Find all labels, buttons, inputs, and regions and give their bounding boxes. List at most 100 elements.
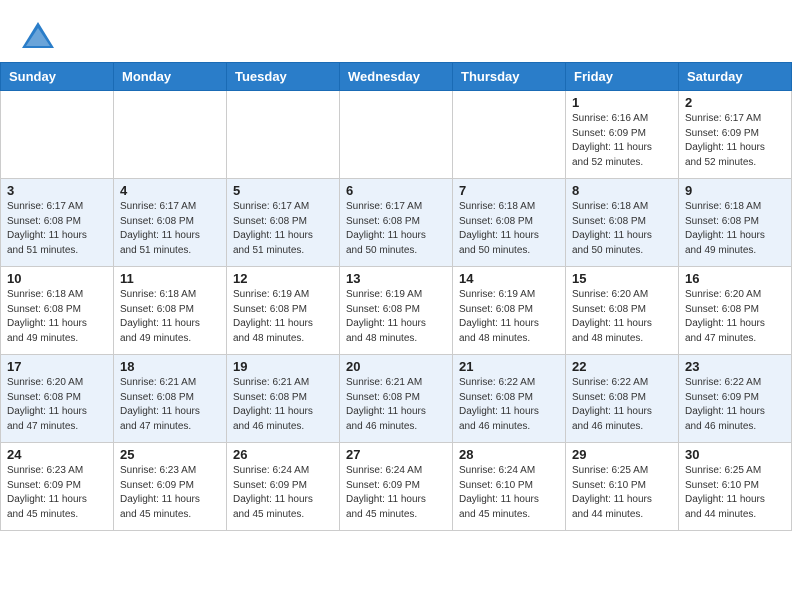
day-number: 7 <box>459 183 559 198</box>
day-info: Sunrise: 6:20 AM Sunset: 6:08 PM Dayligh… <box>572 288 672 346</box>
calendar-cell: 26 Sunrise: 6:24 AM Sunset: 6:09 PM Dayli… <box>227 443 340 531</box>
calendar-cell: 10 Sunrise: 6:18 AM Sunset: 6:08 PM Dayli… <box>1 267 114 355</box>
calendar-cell: 15 Sunrise: 6:20 AM Sunset: 6:08 PM Dayli… <box>566 267 679 355</box>
day-number: 26 <box>233 447 333 462</box>
calendar-cell: 25 Sunrise: 6:23 AM Sunset: 6:09 PM Dayli… <box>114 443 227 531</box>
calendar-cell: 23 Sunrise: 6:22 AM Sunset: 6:09 PM Dayli… <box>679 355 792 443</box>
day-info: Sunrise: 6:22 AM Sunset: 6:09 PM Dayligh… <box>685 376 785 434</box>
weekday-header-monday: Monday <box>114 63 227 91</box>
day-info: Sunrise: 6:24 AM Sunset: 6:09 PM Dayligh… <box>346 464 446 522</box>
day-info: Sunrise: 6:25 AM Sunset: 6:10 PM Dayligh… <box>572 464 672 522</box>
day-number: 8 <box>572 183 672 198</box>
day-number: 24 <box>7 447 107 462</box>
calendar-week-0: 1 Sunrise: 6:16 AM Sunset: 6:09 PM Daylig… <box>1 91 792 179</box>
calendar-cell: 24 Sunrise: 6:23 AM Sunset: 6:09 PM Dayli… <box>1 443 114 531</box>
day-number: 4 <box>120 183 220 198</box>
calendar-cell: 2 Sunrise: 6:17 AM Sunset: 6:09 PM Daylig… <box>679 91 792 179</box>
day-info: Sunrise: 6:23 AM Sunset: 6:09 PM Dayligh… <box>120 464 220 522</box>
weekday-header-tuesday: Tuesday <box>227 63 340 91</box>
calendar-cell: 30 Sunrise: 6:25 AM Sunset: 6:10 PM Dayli… <box>679 443 792 531</box>
day-info: Sunrise: 6:17 AM Sunset: 6:08 PM Dayligh… <box>346 200 446 258</box>
weekday-header-saturday: Saturday <box>679 63 792 91</box>
day-info: Sunrise: 6:24 AM Sunset: 6:09 PM Dayligh… <box>233 464 333 522</box>
day-info: Sunrise: 6:18 AM Sunset: 6:08 PM Dayligh… <box>459 200 559 258</box>
day-number: 18 <box>120 359 220 374</box>
day-number: 3 <box>7 183 107 198</box>
calendar-cell: 18 Sunrise: 6:21 AM Sunset: 6:08 PM Dayli… <box>114 355 227 443</box>
calendar-cell: 28Sunrise: 6:24 AM Sunset: 6:10 PM Dayli… <box>453 443 566 531</box>
calendar-cell: 3 Sunrise: 6:17 AM Sunset: 6:08 PM Daylig… <box>1 179 114 267</box>
day-info: Sunrise: 6:19 AM Sunset: 6:08 PM Dayligh… <box>233 288 333 346</box>
day-info: Sunrise: 6:16 AM Sunset: 6:09 PM Dayligh… <box>572 112 672 170</box>
calendar-week-4: 24 Sunrise: 6:23 AM Sunset: 6:09 PM Dayli… <box>1 443 792 531</box>
calendar-cell: 11 Sunrise: 6:18 AM Sunset: 6:08 PM Dayli… <box>114 267 227 355</box>
day-info: Sunrise: 6:25 AM Sunset: 6:10 PM Dayligh… <box>685 464 785 522</box>
day-info: Sunrise: 6:18 AM Sunset: 6:08 PM Dayligh… <box>7 288 107 346</box>
calendar-cell: 19 Sunrise: 6:21 AM Sunset: 6:08 PM Dayli… <box>227 355 340 443</box>
day-number: 28 <box>459 447 559 462</box>
calendar-cell: 27 Sunrise: 6:24 AM Sunset: 6:09 PM Dayli… <box>340 443 453 531</box>
day-info: Sunrise: 6:19 AM Sunset: 6:08 PM Dayligh… <box>459 288 559 346</box>
calendar-cell <box>340 91 453 179</box>
day-number: 20 <box>346 359 446 374</box>
day-info: Sunrise: 6:18 AM Sunset: 6:08 PM Dayligh… <box>120 288 220 346</box>
day-number: 1 <box>572 95 672 110</box>
calendar-cell: 5 Sunrise: 6:17 AM Sunset: 6:08 PM Daylig… <box>227 179 340 267</box>
calendar-cell: 4Sunrise: 6:17 AM Sunset: 6:08 PM Daylig… <box>114 179 227 267</box>
calendar-table: SundayMondayTuesdayWednesdayThursdayFrid… <box>0 62 792 531</box>
page-header <box>0 0 792 62</box>
weekday-header-row: SundayMondayTuesdayWednesdayThursdayFrid… <box>1 63 792 91</box>
calendar-cell: 22Sunrise: 6:22 AM Sunset: 6:08 PM Dayli… <box>566 355 679 443</box>
day-number: 23 <box>685 359 785 374</box>
weekday-header-wednesday: Wednesday <box>340 63 453 91</box>
day-number: 15 <box>572 271 672 286</box>
day-info: Sunrise: 6:22 AM Sunset: 6:08 PM Dayligh… <box>459 376 559 434</box>
day-info: Sunrise: 6:21 AM Sunset: 6:08 PM Dayligh… <box>346 376 446 434</box>
day-number: 6 <box>346 183 446 198</box>
calendar-cell <box>227 91 340 179</box>
day-number: 17 <box>7 359 107 374</box>
day-info: Sunrise: 6:23 AM Sunset: 6:09 PM Dayligh… <box>7 464 107 522</box>
calendar-cell <box>1 91 114 179</box>
calendar-cell: 20 Sunrise: 6:21 AM Sunset: 6:08 PM Dayli… <box>340 355 453 443</box>
day-number: 13 <box>346 271 446 286</box>
calendar-cell: 6 Sunrise: 6:17 AM Sunset: 6:08 PM Daylig… <box>340 179 453 267</box>
day-number: 2 <box>685 95 785 110</box>
calendar-cell: 21 Sunrise: 6:22 AM Sunset: 6:08 PM Dayli… <box>453 355 566 443</box>
logo <box>20 18 60 54</box>
day-info: Sunrise: 6:21 AM Sunset: 6:08 PM Dayligh… <box>120 376 220 434</box>
day-number: 19 <box>233 359 333 374</box>
day-info: Sunrise: 6:17 AM Sunset: 6:08 PM Dayligh… <box>7 200 107 258</box>
calendar-week-3: 17 Sunrise: 6:20 AM Sunset: 6:08 PM Dayli… <box>1 355 792 443</box>
day-number: 27 <box>346 447 446 462</box>
calendar-cell: 7 Sunrise: 6:18 AM Sunset: 6:08 PM Daylig… <box>453 179 566 267</box>
calendar-cell: 17 Sunrise: 6:20 AM Sunset: 6:08 PM Dayli… <box>1 355 114 443</box>
logo-icon <box>20 18 56 54</box>
day-number: 5 <box>233 183 333 198</box>
weekday-header-thursday: Thursday <box>453 63 566 91</box>
calendar-cell: 13 Sunrise: 6:19 AM Sunset: 6:08 PM Dayli… <box>340 267 453 355</box>
weekday-header-friday: Friday <box>566 63 679 91</box>
calendar-cell: 16 Sunrise: 6:20 AM Sunset: 6:08 PM Dayli… <box>679 267 792 355</box>
day-info: Sunrise: 6:20 AM Sunset: 6:08 PM Dayligh… <box>685 288 785 346</box>
day-info: Sunrise: 6:18 AM Sunset: 6:08 PM Dayligh… <box>685 200 785 258</box>
calendar-cell: 29 Sunrise: 6:25 AM Sunset: 6:10 PM Dayli… <box>566 443 679 531</box>
day-info: Sunrise: 6:17 AM Sunset: 6:08 PM Dayligh… <box>233 200 333 258</box>
day-number: 30 <box>685 447 785 462</box>
calendar-cell: 1 Sunrise: 6:16 AM Sunset: 6:09 PM Daylig… <box>566 91 679 179</box>
day-number: 25 <box>120 447 220 462</box>
day-number: 29 <box>572 447 672 462</box>
day-number: 12 <box>233 271 333 286</box>
day-number: 21 <box>459 359 559 374</box>
day-number: 14 <box>459 271 559 286</box>
day-info: Sunrise: 6:19 AM Sunset: 6:08 PM Dayligh… <box>346 288 446 346</box>
day-number: 11 <box>120 271 220 286</box>
day-info: Sunrise: 6:17 AM Sunset: 6:09 PM Dayligh… <box>685 112 785 170</box>
day-number: 9 <box>685 183 785 198</box>
calendar-cell: 14 Sunrise: 6:19 AM Sunset: 6:08 PM Dayli… <box>453 267 566 355</box>
day-info: Sunrise: 6:18 AM Sunset: 6:08 PM Dayligh… <box>572 200 672 258</box>
day-number: 10 <box>7 271 107 286</box>
day-number: 16 <box>685 271 785 286</box>
day-info: Sunrise: 6:20 AM Sunset: 6:08 PM Dayligh… <box>7 376 107 434</box>
day-info: Sunrise: 6:21 AM Sunset: 6:08 PM Dayligh… <box>233 376 333 434</box>
